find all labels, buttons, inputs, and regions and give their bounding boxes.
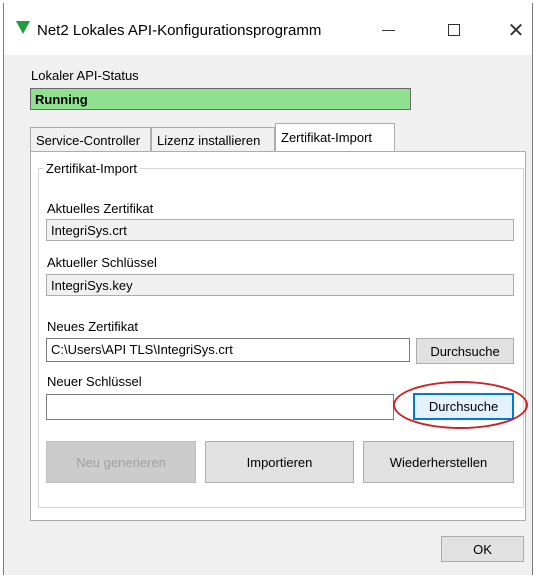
app-icon: [16, 21, 30, 34]
title-bar: Net2 Lokales API-Konfigurationsprogramm …: [4, 3, 532, 55]
new-key-input[interactable]: [46, 394, 394, 420]
group-title: Zertifikat-Import: [44, 161, 140, 176]
current-key-label: Aktueller Schlüssel: [47, 255, 157, 270]
tab-license-install[interactable]: Lizenz installieren: [151, 127, 275, 151]
import-button[interactable]: Importieren: [205, 441, 354, 483]
maximize-icon[interactable]: [432, 13, 476, 47]
minimize-icon[interactable]: [366, 13, 410, 47]
window-title: Net2 Lokales API-Konfigurationsprogramm: [37, 22, 322, 39]
current-cert-field: IntegriSys.crt: [46, 219, 514, 241]
ok-button[interactable]: OK: [441, 536, 524, 562]
regenerate-button: Neu generieren: [46, 441, 196, 483]
restore-button[interactable]: Wiederherstellen: [363, 441, 514, 483]
current-cert-label: Aktuelles Zertifikat: [47, 201, 154, 216]
status-label: Lokaler API-Status: [31, 68, 139, 83]
new-key-label: Neuer Schlüssel: [47, 374, 142, 389]
close-icon[interactable]: ✕: [494, 13, 534, 47]
browse-cert-button[interactable]: Durchsuche: [416, 338, 514, 364]
browse-key-button[interactable]: Durchsuche: [413, 393, 514, 420]
tab-certificate-import[interactable]: Zertifikat-Import: [275, 123, 395, 151]
status-indicator: Running: [30, 88, 411, 110]
tab-service-controller[interactable]: Service-Controller: [30, 127, 151, 151]
current-key-field: IntegriSys.key: [46, 274, 514, 296]
new-cert-label: Neues Zertifikat: [47, 319, 139, 334]
new-cert-input[interactable]: C:\Users\API TLS\IntegriSys.crt: [46, 338, 410, 362]
